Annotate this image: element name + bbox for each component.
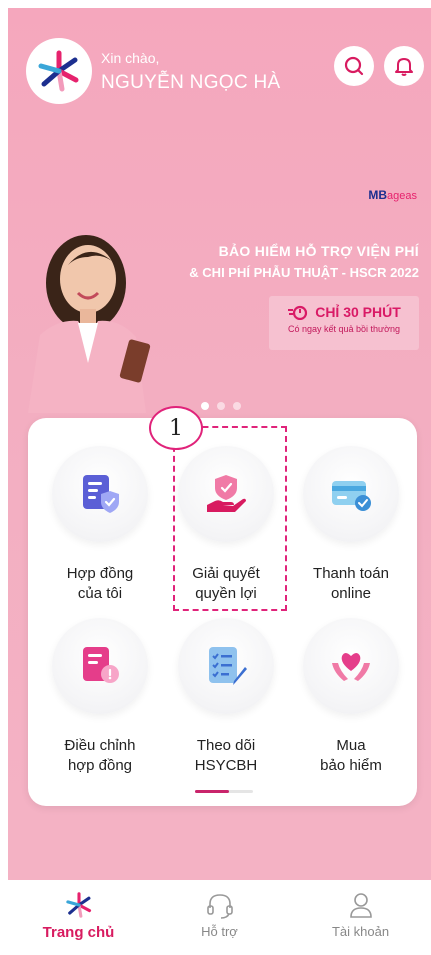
menu-pager-active	[195, 790, 229, 793]
menu-item-label: Điều chỉnh hợp đồng	[40, 736, 160, 776]
nav-home[interactable]: Trang chủ	[19, 890, 139, 941]
menu-item-track-requests[interactable]: Theo dõi HSYCBH	[166, 618, 286, 776]
model-photo	[28, 235, 151, 413]
service-menu-card: Hợp đồng của tôi Giải quyết quyền lợi Th…	[28, 406, 417, 806]
card-payment-icon	[332, 481, 371, 511]
label-line-1: Mua	[336, 737, 366, 754]
nav-support-label: Hỗ trợ	[201, 924, 238, 939]
menu-item-my-contracts[interactable]: Hợp đồng của tôi	[40, 446, 160, 604]
carousel-dot[interactable]	[233, 402, 241, 410]
carousel-dot[interactable]	[201, 402, 209, 410]
menu-item-online-payment[interactable]: Thanh toán online	[291, 446, 411, 604]
stopwatch-icon	[288, 305, 308, 320]
search-icon	[344, 56, 364, 76]
app-screen: Xin chào, NGUYỄN NGỌC HÀ MBageas BẢO HIỂ…	[8, 8, 431, 955]
brand-suffix: ageas	[387, 190, 417, 202]
mb-ageas-logo: MBageas	[368, 188, 417, 202]
checklist-pen-icon	[209, 647, 247, 685]
promo-line-1: BẢO HIỂM HỖ TRỢ VIỆN PHÍ	[218, 243, 419, 259]
menu-item-label: Mua bảo hiểm	[291, 736, 411, 776]
menu-item-label: Hợp đồng của tôi	[40, 564, 160, 604]
label-line-2: online	[330, 585, 372, 602]
promo-highlight-text: CHỈ 30 PHÚT	[315, 304, 401, 320]
bottom-navigation: Trang chủ Hỗ trợ Tài khoản	[8, 880, 431, 955]
step-number-badge: 1	[149, 406, 203, 450]
nav-account-label: Tài khoản	[331, 924, 390, 939]
brand-logo-icon[interactable]	[26, 38, 92, 104]
nav-account[interactable]: Tài khoản	[301, 890, 421, 939]
home-logo-icon	[65, 892, 91, 918]
menu-item-adjust-contract[interactable]: Điều chỉnh hợp đồng	[40, 618, 160, 776]
menu-item-label: Theo dõi HSYCBH	[166, 736, 286, 776]
nav-home-label: Trang chủ	[42, 924, 115, 941]
promo-highlight-sub: Có ngay kết quả bồi thường	[288, 324, 400, 334]
carousel-dot[interactable]	[217, 402, 225, 410]
label-line-1: Điều chỉnh	[64, 737, 136, 754]
label-line-1: Theo dõi	[196, 737, 256, 754]
promo-banner[interactable]: MBageas BẢO HIỂM HỖ TRỢ VIỆN PHÍ & CHI P…	[8, 168, 431, 418]
label-line-1: Hợp đồng	[66, 565, 134, 582]
user-name: NGUYỄN NGỌC HÀ	[101, 72, 281, 93]
label-line-2: HSYCBH	[194, 757, 258, 774]
promo-highlight-box: CHỈ 30 PHÚT Có ngay kết quả bồi thường	[269, 296, 419, 350]
label-line-2: hợp đồng	[67, 757, 133, 774]
label-line-2: bảo hiểm	[320, 757, 382, 774]
contract-shield-icon	[83, 475, 119, 513]
heart-hands-icon	[332, 653, 370, 681]
user-icon	[349, 893, 372, 918]
promo-line-2: & CHI PHÍ PHẪU THUẬT - HSCR 2022	[189, 265, 419, 280]
carousel-dots[interactable]	[201, 402, 241, 410]
bell-icon	[395, 58, 413, 76]
notification-button[interactable]	[384, 46, 424, 86]
greeting-text: Xin chào,	[101, 50, 160, 66]
claims-highlight-box	[173, 426, 287, 611]
headset-icon	[206, 894, 233, 919]
label-line-2: của tôi	[77, 585, 123, 602]
contract-adjust-icon	[83, 647, 119, 683]
menu-item-buy-insurance[interactable]: Mua bảo hiểm	[291, 618, 411, 776]
nav-support[interactable]: Hỗ trợ	[160, 890, 280, 939]
menu-item-label: Thanh toán online	[291, 564, 411, 604]
brand-name: MB	[368, 188, 388, 202]
menu-pager	[195, 790, 253, 793]
search-button[interactable]	[334, 46, 374, 86]
label-line-1: Thanh toán	[313, 565, 389, 582]
